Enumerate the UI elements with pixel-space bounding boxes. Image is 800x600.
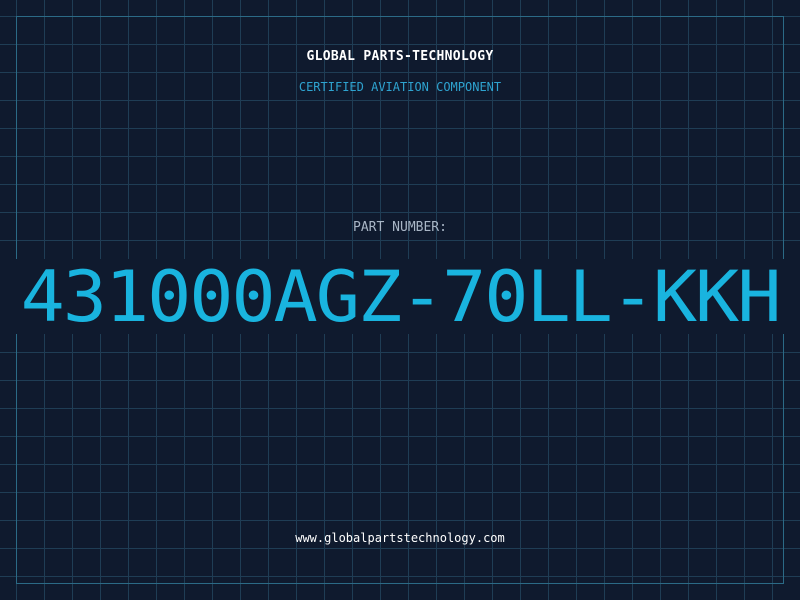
brand-subtitle: CERTIFIED AVIATION COMPONENT [298,80,502,94]
part-number-band: 431000AGZ-70LL-KKH [0,259,800,334]
brand-title: GLOBAL PARTS-TECHNOLOGY [306,49,494,64]
website-link[interactable]: www.globalpartstechnology.com [0,531,800,545]
part-number-value: 431000AGZ-70LL-KKH [20,259,782,334]
part-number-label: PART NUMBER: [353,220,447,235]
